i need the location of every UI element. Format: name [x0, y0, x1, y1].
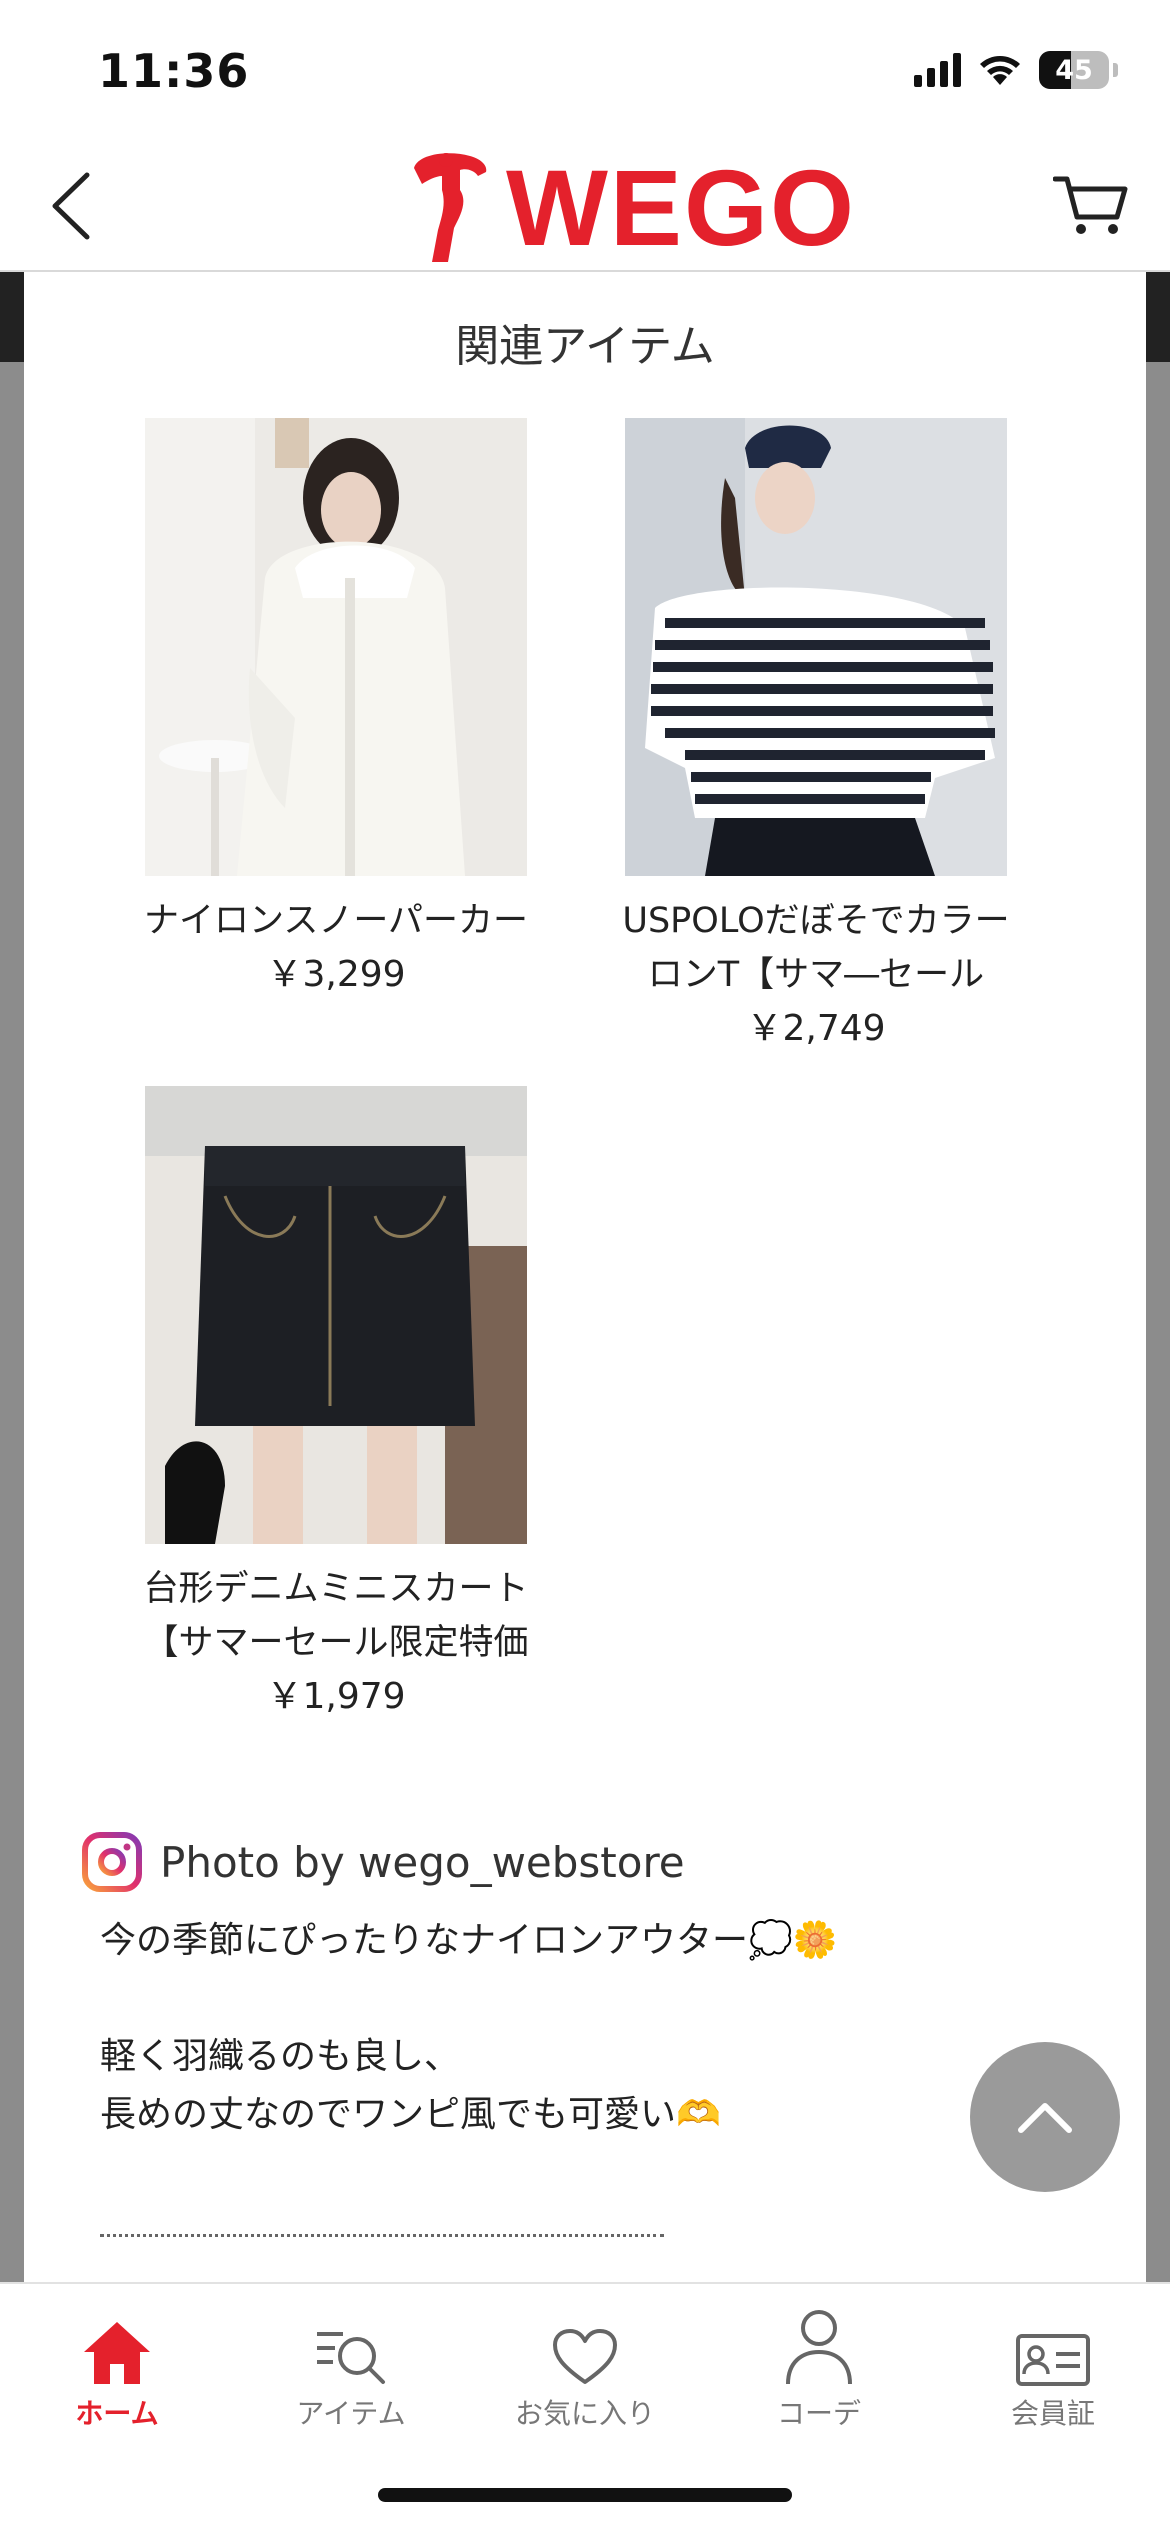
related-items-modal: 関連アイテム ナイロンスノーパーカー ￥3,299 USPOLOだぼそでカラーロ… [24, 272, 1146, 2282]
cellular-signal-icon [914, 53, 961, 87]
heart-icon [553, 2329, 617, 2384]
instagram-credit-row[interactable]: Photo by wego_webstore [82, 1832, 685, 1892]
status-bar: 11:36 45 [0, 0, 1170, 140]
home-indicator [378, 2488, 792, 2502]
post-caption: 今の季節にぴったりなナイロンアウター💭🌼 軽く羽織るのも良し、 長めの丈なのでワ… [100, 1912, 1080, 2144]
item-price: ￥2,749 [746, 1008, 886, 1049]
caption-line: 長めの丈なのでワンピ風でも可愛い🫶 [100, 2094, 721, 2135]
wifi-icon [980, 56, 1020, 85]
item-price: ￥1,979 [266, 1676, 406, 1717]
tab-label: お気に入り [514, 2397, 655, 2430]
tab-label: コーデ [776, 2397, 861, 2430]
tab-home[interactable]: ホーム [0, 2302, 234, 2442]
tab-label: 会員証 [1010, 2397, 1095, 2430]
dotted-divider [100, 2234, 664, 2237]
item-price: ￥3,299 [266, 954, 406, 995]
item-name[interactable]: ナイロンスノーパーカー [136, 894, 536, 948]
item-image-nylon-parka[interactable] [145, 418, 527, 876]
chevron-left-icon [52, 172, 90, 240]
item-card-denim-skirt[interactable]: 台形デニムミニスカート【サマーセール限定特価 ￥1,979 [136, 1086, 536, 1724]
wego-mascot-icon [414, 153, 487, 262]
wego-logo[interactable]: WEGO [408, 146, 856, 270]
item-card-nylon-parka[interactable]: ナイロンスノーパーカー ￥3,299 [136, 418, 536, 1002]
cart-icon [1053, 176, 1128, 234]
tab-coordinate[interactable]: コーデ [702, 2302, 936, 2442]
instagram-icon [82, 1832, 142, 1892]
modal-title: 関連アイテム [455, 321, 715, 372]
status-time: 11:36 [98, 44, 250, 98]
item-name[interactable]: USPOLOだぼそでカラーロンT【サマ―セール WEB限 [616, 894, 1016, 1002]
tab-favorites[interactable]: お気に入り [468, 2302, 702, 2442]
home-icon [84, 2322, 150, 2384]
member-card-icon [1016, 2334, 1090, 2386]
item-image-uspolo-tee[interactable] [625, 418, 1007, 876]
caption-line [100, 1970, 1080, 2028]
battery-icon: 45 [1039, 51, 1109, 89]
tab-label: アイテム [296, 2397, 406, 2430]
caption-line: 今の季節にぴったりなナイロンアウター💭🌼 [100, 1920, 838, 1961]
battery-percent: 45 [1055, 54, 1093, 86]
item-search-icon [317, 2332, 385, 2384]
status-icons: 45 [914, 48, 1118, 92]
chevron-up-icon [1018, 2103, 1072, 2133]
tab-member-card[interactable]: 会員証 [936, 2302, 1170, 2442]
app-header: WEGO [0, 140, 1170, 272]
item-name[interactable]: 台形デニムミニスカート【サマーセール限定特価 [136, 1562, 536, 1670]
item-card-uspolo-tee[interactable]: USPOLOだぼそでカラーロンT【サマ―セール WEB限 ￥2,749 [616, 418, 1016, 1056]
back-button[interactable] [36, 168, 106, 244]
tab-items[interactable]: アイテム [234, 2302, 468, 2442]
scroll-to-top-button[interactable] [970, 2042, 1120, 2192]
cart-button[interactable] [1048, 166, 1134, 246]
person-icon [786, 2310, 852, 2385]
item-image-denim-skirt[interactable] [145, 1086, 527, 1544]
logo-text: WEGO [506, 147, 856, 268]
caption-line: 軽く羽織るのも良し、 [100, 2036, 461, 2077]
tab-label: ホーム [75, 2397, 159, 2430]
instagram-credit: Photo by wego_webstore [160, 1837, 685, 1887]
